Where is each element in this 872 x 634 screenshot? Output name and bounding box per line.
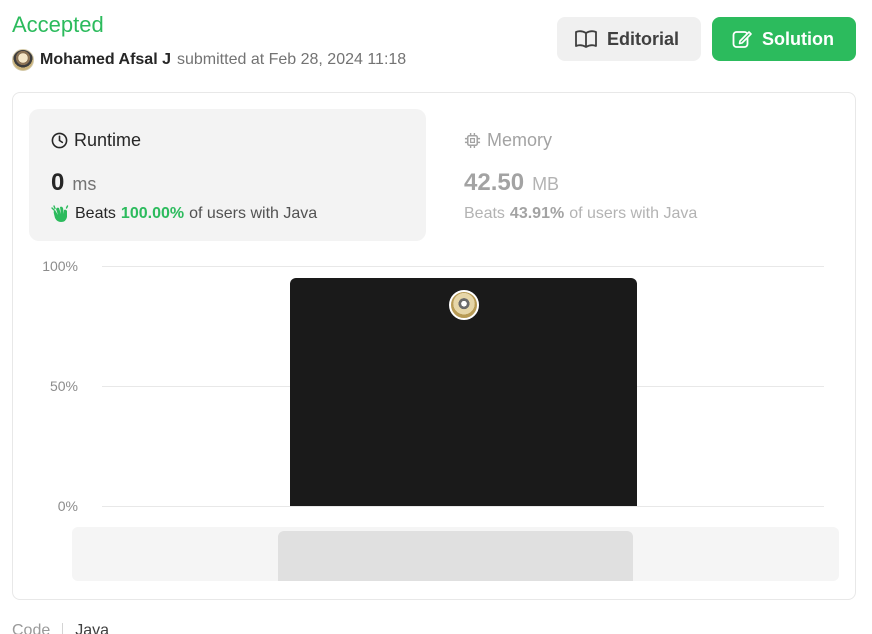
submitted-time: submitted at Feb 28, 2024 11:18 xyxy=(177,51,407,68)
editorial-label: Editorial xyxy=(607,28,680,49)
user-name[interactable]: Mohamed Afsal J xyxy=(40,51,171,69)
chip-icon xyxy=(464,132,481,149)
runtime-title: Runtime xyxy=(74,130,142,150)
runtime-unit: ms xyxy=(72,174,97,194)
runtime-card[interactable]: Runtime 0 ms Beats 100.00% of users with… xyxy=(29,109,426,241)
y-tick-label: 50% xyxy=(49,378,78,394)
memory-beats-suffix: of users with Java xyxy=(569,205,698,222)
editorial-button[interactable]: Editorial xyxy=(557,17,701,61)
memory-beats: Beats 43.91% of users with Java xyxy=(464,205,697,223)
memory-beats-prefix: Beats xyxy=(464,205,505,222)
chart-overview-handle[interactable] xyxy=(278,531,633,581)
tab-language[interactable]: Java xyxy=(75,622,109,634)
tab-divider xyxy=(62,623,64,634)
memory-header: Memory xyxy=(464,130,552,151)
runtime-header: Runtime xyxy=(51,130,141,151)
edit-icon xyxy=(732,31,752,48)
runtime-beats: Beats 100.00% of users with Java xyxy=(51,205,317,223)
solution-button[interactable]: Solution xyxy=(712,17,856,61)
memory-value: 42.50 MB xyxy=(464,169,559,197)
submission-status: Accepted xyxy=(12,12,104,37)
y-tick-label: 0% xyxy=(57,498,78,514)
memory-beats-percent: 43.91% xyxy=(509,205,565,222)
chart-gridline xyxy=(102,506,824,507)
memory-card[interactable]: Memory 42.50 MB Beats 43.91% of users wi… xyxy=(445,109,825,241)
memory-number: 42.50 xyxy=(464,169,525,196)
y-tick-label: 100% xyxy=(42,258,78,274)
submitter-info: Mohamed Afsal J submitted at Feb 28, 202… xyxy=(12,49,406,71)
runtime-beats-prefix: Beats xyxy=(75,205,116,222)
tab-code[interactable]: Code xyxy=(12,622,50,634)
clock-icon xyxy=(51,132,68,149)
runtime-beats-percent: 100.00% xyxy=(120,205,185,222)
solution-label: Solution xyxy=(762,28,834,49)
code-tabs: Code Java xyxy=(12,622,109,634)
book-icon xyxy=(575,30,597,48)
chart-gridline xyxy=(102,266,824,267)
memory-unit: MB xyxy=(532,174,560,194)
runtime-beats-suffix: of users with Java xyxy=(189,205,318,222)
user-position-avatar xyxy=(448,290,479,320)
runtime-number: 0 xyxy=(51,169,65,196)
clapping-hands-icon xyxy=(51,205,69,222)
user-avatar[interactable] xyxy=(12,49,34,71)
memory-title: Memory xyxy=(487,130,553,150)
runtime-value: 0 ms xyxy=(51,169,96,197)
